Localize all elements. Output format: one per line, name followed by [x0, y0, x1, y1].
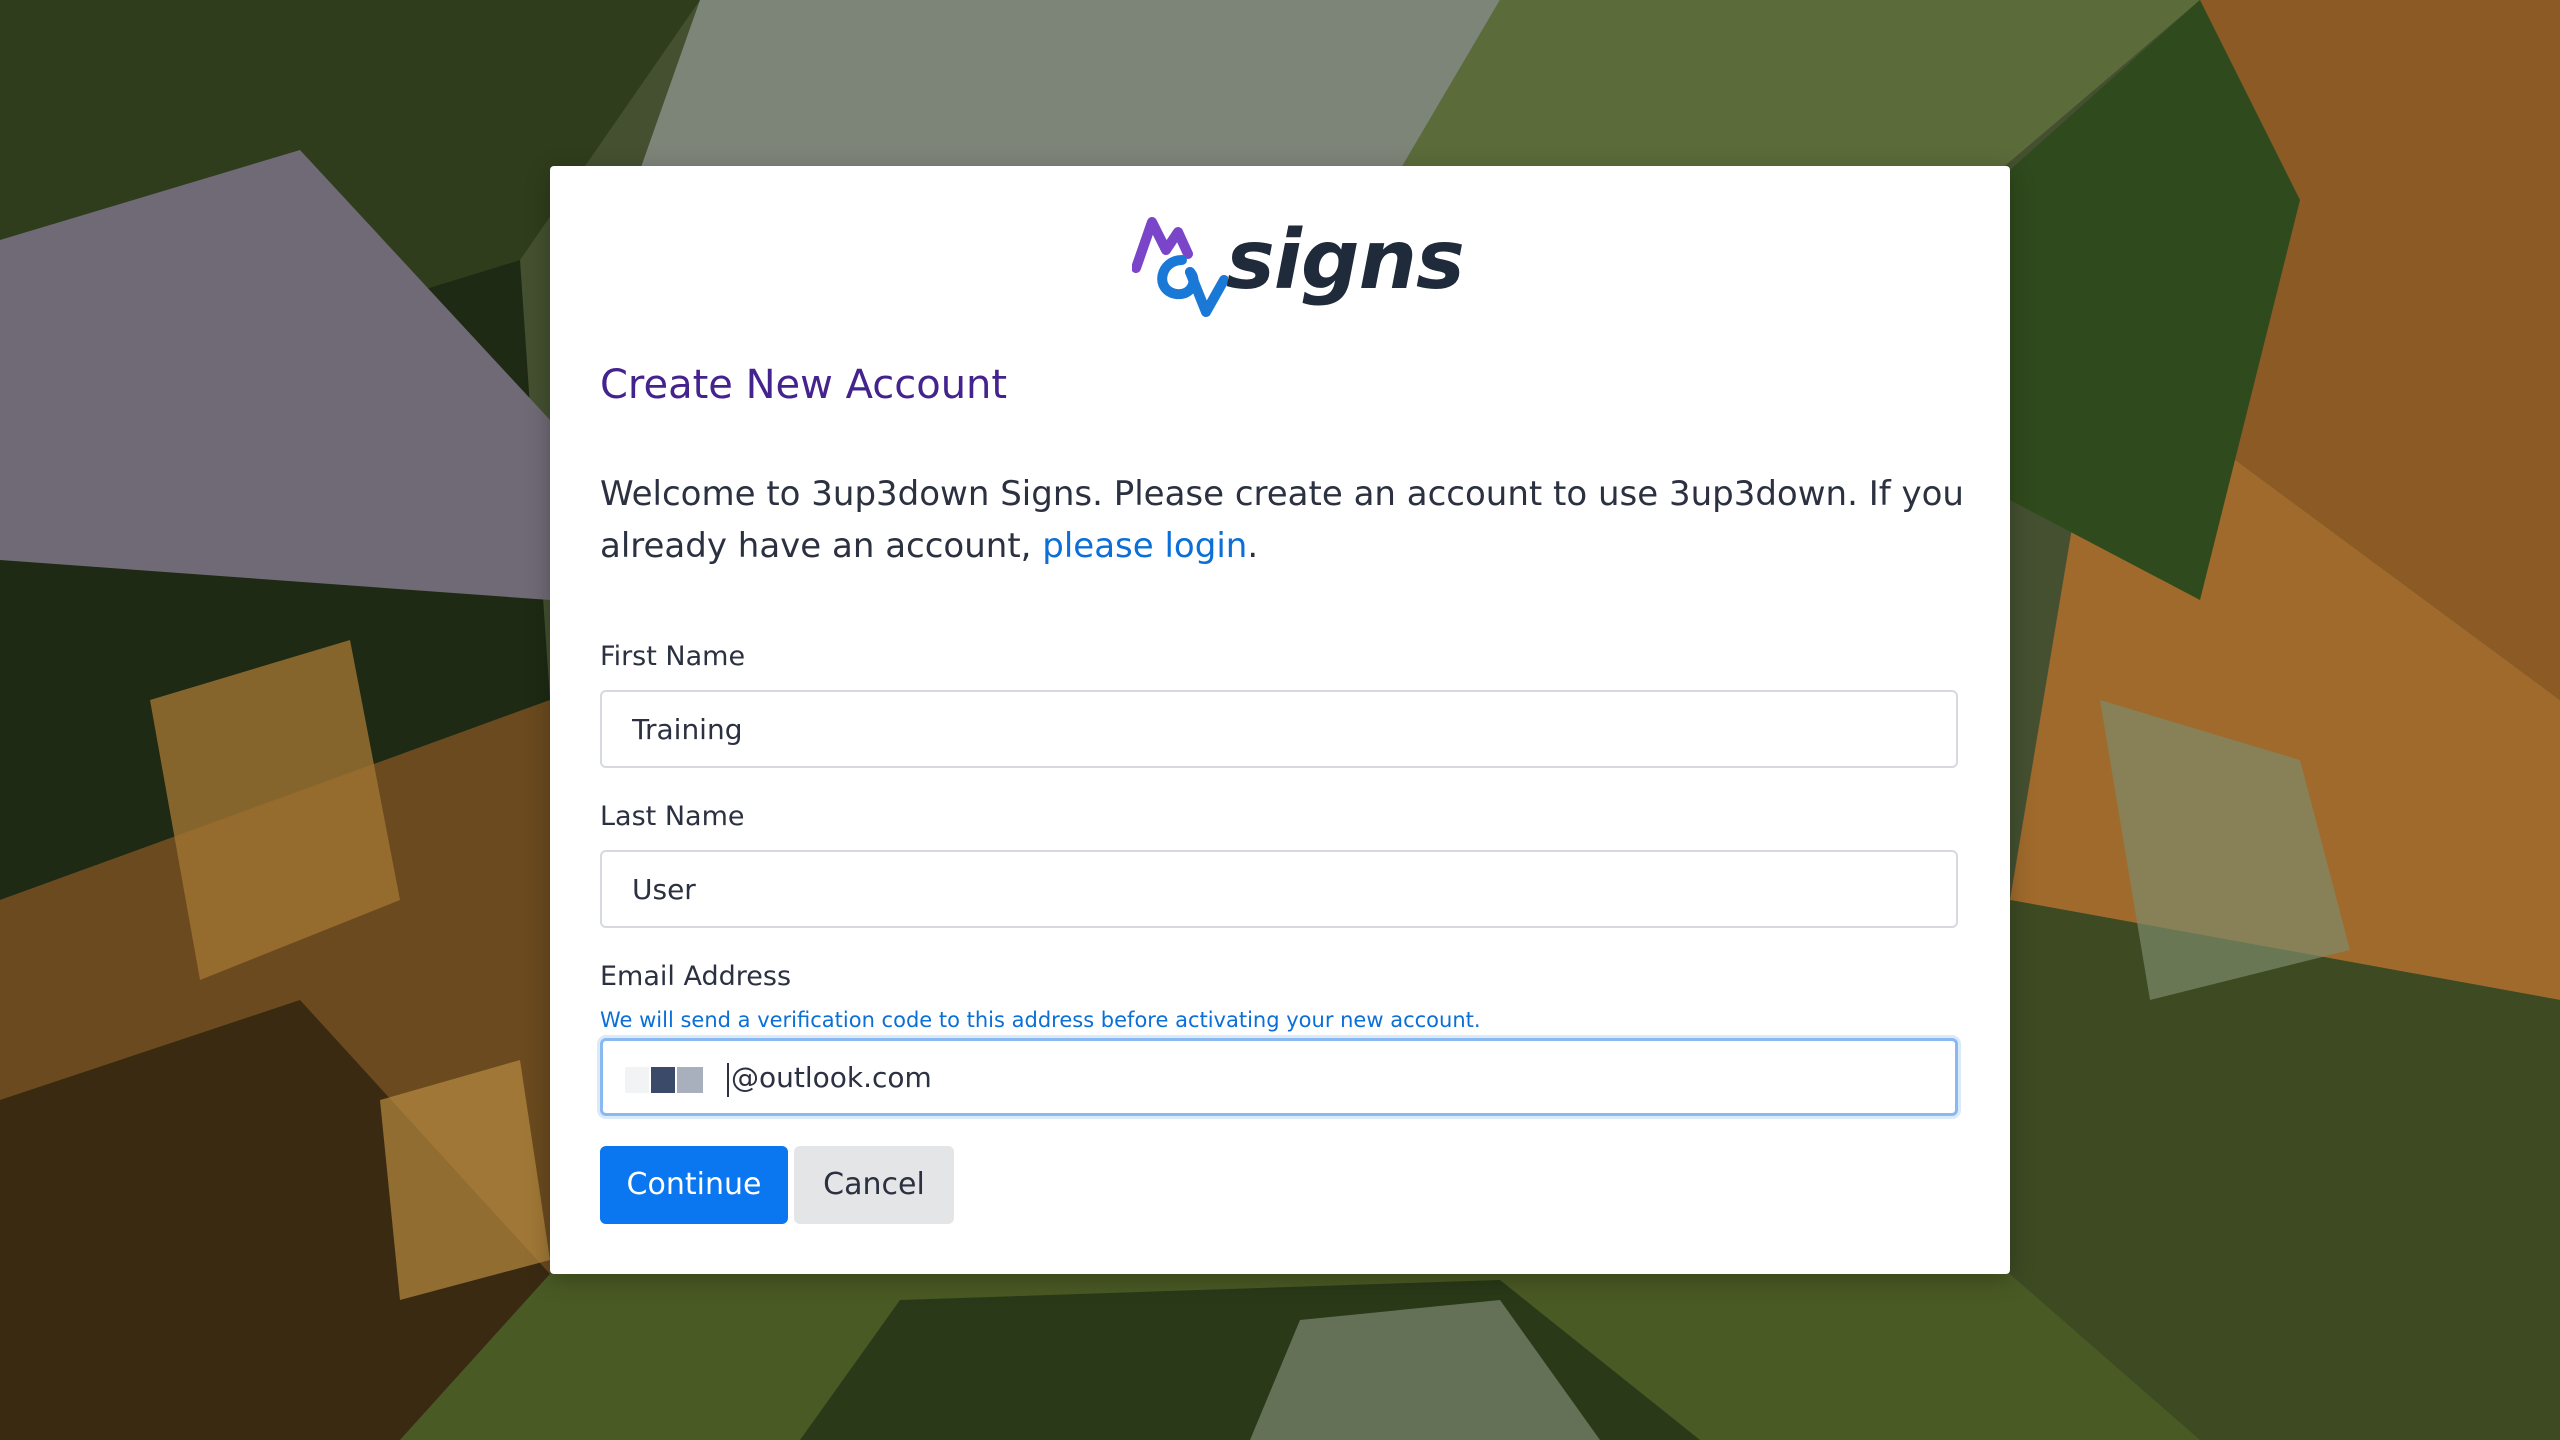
last-name-field-box	[600, 850, 1958, 928]
intro-text-body: Welcome to 3up3down Signs. Please create…	[600, 474, 1964, 566]
email-input[interactable]: @outlook.com	[600, 1038, 1958, 1116]
brand-logo-mark-icon	[1132, 217, 1228, 317]
intro-text-end: .	[1247, 526, 1259, 566]
email-label: Email Address	[600, 961, 792, 992]
last-name-label: Last Name	[600, 801, 745, 832]
page-title: Create New Account	[600, 362, 1008, 408]
intro-text: Welcome to 3up3down Signs. Please create…	[600, 468, 1970, 572]
brand-logo: signs	[1132, 214, 1465, 318]
email-hint: We will send a verification code to this…	[600, 1008, 1481, 1032]
redacted-text-block	[677, 1067, 703, 1093]
redacted-text-block	[651, 1067, 675, 1093]
login-link[interactable]: please login	[1042, 526, 1247, 566]
first-name-label: First Name	[600, 641, 746, 672]
continue-button[interactable]: Continue	[600, 1146, 788, 1224]
brand-logo-text: signs	[1226, 213, 1465, 308]
signup-card: signs Create New Account Welcome to 3up3…	[550, 166, 2010, 1274]
email-input-value: @outlook.com	[731, 1060, 932, 1094]
redacted-text-block	[625, 1067, 649, 1093]
last-name-input[interactable]	[602, 852, 1956, 926]
first-name-input[interactable]	[602, 692, 1956, 766]
first-name-field-box	[600, 690, 1958, 768]
text-caret	[727, 1063, 729, 1097]
cancel-button[interactable]: Cancel	[794, 1146, 954, 1224]
